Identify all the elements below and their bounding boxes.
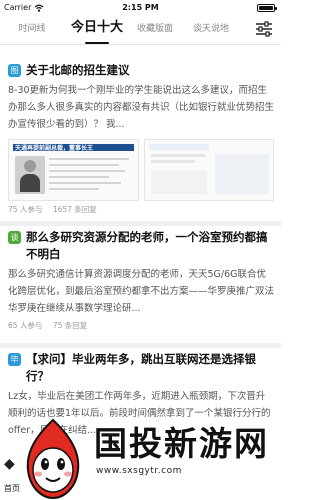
battery-icon bbox=[257, 4, 277, 12]
post-title: 【求问】毕业两年多，跳出互联网还是选择银行？ bbox=[26, 352, 256, 383]
participant-count: 75 人参与 bbox=[8, 205, 43, 214]
post-excerpt: 8-30更新为何我一个刚毕业的学生能说出这么多建议，而招生办那么多人很多真实的内… bbox=[8, 85, 275, 130]
clock: 2:15 PM bbox=[122, 3, 159, 12]
text-line bbox=[150, 160, 195, 163]
post-stats: 65 人参与 75 条回复 bbox=[8, 320, 274, 331]
board-badge: 毕 bbox=[8, 353, 21, 366]
post-divider bbox=[0, 221, 281, 226]
tab-favorites[interactable]: 收藏版面 bbox=[130, 16, 180, 44]
reply-count: 75 条回复 bbox=[52, 321, 88, 330]
post-card[interactable]: 图 关于北邮的招生建议 8-30更新为何我一个刚毕业的学生能说出这么多建议，而招… bbox=[0, 62, 281, 215]
watermark-url: www.sxsgytr.com bbox=[96, 466, 182, 476]
post-feed: 图 关于北邮的招生建议 8-30更新为何我一个刚毕业的学生能说出这么多建议，而招… bbox=[0, 45, 281, 453]
text-line bbox=[49, 164, 119, 166]
settings-sliders-icon[interactable] bbox=[255, 21, 273, 37]
status-bar: Carrier 2:15 PM bbox=[0, 0, 281, 16]
post-thumbnail[interactable] bbox=[143, 139, 274, 201]
thumbnail-panel bbox=[214, 154, 269, 194]
post-thumbnail[interactable]: 天通再提前副总裁，董事长王 bbox=[8, 139, 139, 201]
reply-count: 1657 条回复 bbox=[52, 205, 97, 214]
post-title: 那么多研究资源分配的老师，一个浴室预约都搞不明白 bbox=[26, 230, 268, 261]
tab-chat[interactable]: 谈天说地 bbox=[186, 16, 236, 44]
text-line bbox=[49, 176, 109, 178]
thumbnail-header-bar bbox=[148, 144, 209, 150]
board-badge: 谈 bbox=[8, 231, 21, 244]
home-nav-label: 首页 bbox=[4, 484, 20, 493]
tab-top-ten-label: 今日十大 bbox=[70, 20, 123, 35]
participant-count: 65 人参与 bbox=[8, 321, 43, 330]
watermark-brand-text: 国投新游网 bbox=[94, 424, 269, 463]
text-line bbox=[49, 182, 121, 184]
thumbnail-panel bbox=[150, 170, 207, 194]
text-line bbox=[150, 154, 205, 157]
post-excerpt: 那么多研究通信计算资源调度分配的老师，天天5G/6G联合优化跨层优化，到最后浴室… bbox=[8, 269, 275, 314]
thumbnail-caption: 天通再提前副总裁，董事长王 bbox=[15, 145, 94, 152]
tab-top-ten[interactable]: 今日十大 bbox=[64, 16, 130, 44]
watermark-mascot-logo bbox=[26, 418, 80, 500]
portrait-photo bbox=[15, 156, 45, 194]
post-stats: 75 人参与 1657 条回复 bbox=[8, 204, 274, 215]
post-image-row: 天通再提前副总裁，董事长王 bbox=[8, 139, 274, 201]
text-line bbox=[49, 158, 129, 160]
active-tab-indicator bbox=[85, 42, 109, 44]
home-icon: ◆ bbox=[4, 456, 15, 472]
text-line bbox=[49, 170, 125, 172]
top-tab-bar: 时间线 今日十大 收藏版面 谈天说地 bbox=[0, 16, 281, 45]
post-card[interactable]: 谈 那么多研究资源分配的老师，一个浴室预约都搞不明白 那么多研究通信计算资源调度… bbox=[0, 229, 281, 331]
post-title: 关于北邮的招生建议 bbox=[26, 63, 130, 77]
text-line bbox=[49, 188, 99, 190]
post-divider bbox=[0, 343, 281, 348]
board-badge: 图 bbox=[8, 64, 21, 77]
tab-timeline[interactable]: 时间线 bbox=[10, 16, 54, 44]
